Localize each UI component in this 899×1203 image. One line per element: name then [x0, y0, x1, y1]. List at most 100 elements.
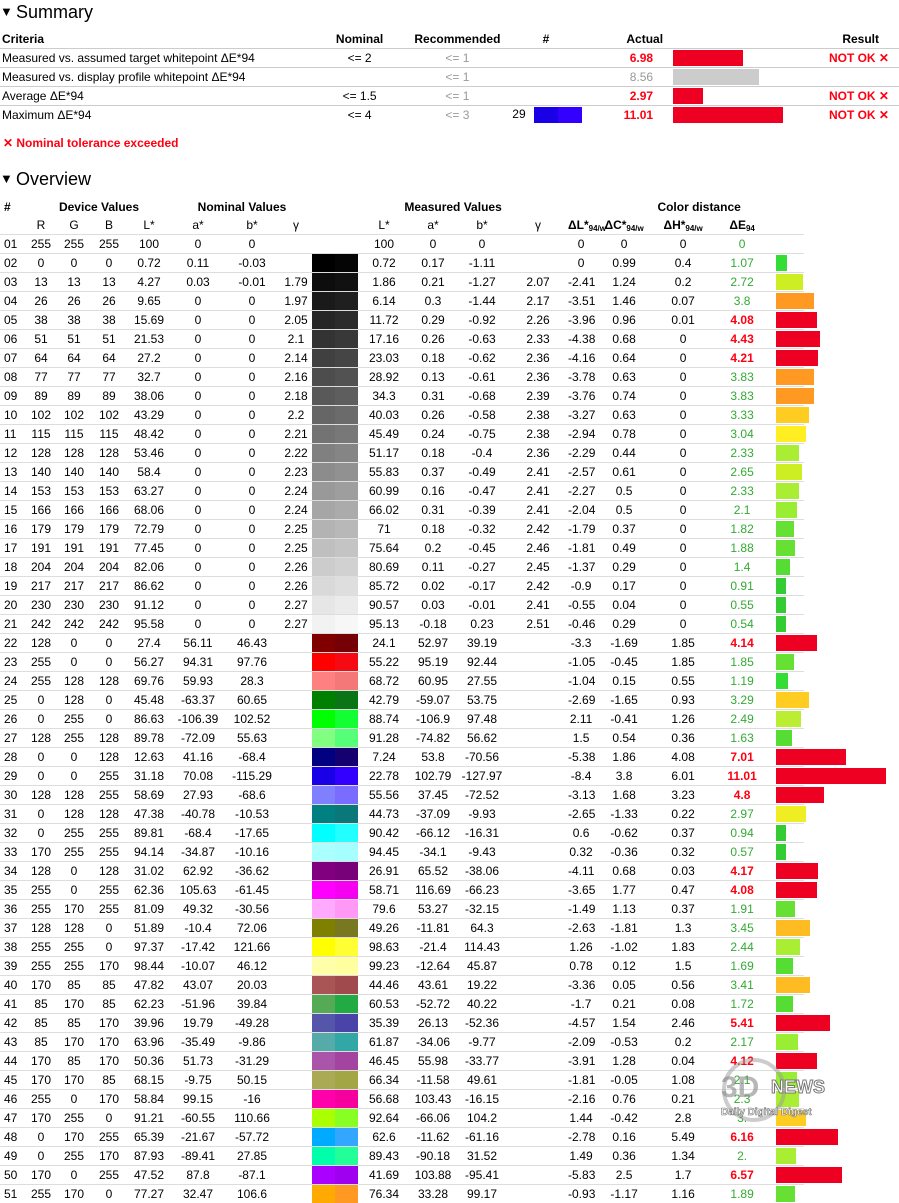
patch-swatch	[312, 235, 358, 254]
delta-h: 0	[654, 596, 712, 615]
nominal-l: 0.72	[126, 254, 172, 273]
watermark-brand-b: NEWS	[771, 1077, 825, 1097]
delta-h: 0	[654, 501, 712, 520]
device-b: 255	[92, 767, 126, 786]
nominal-b: 28.3	[224, 672, 280, 691]
device-r: 102	[26, 406, 56, 425]
nominal-b: 0	[224, 311, 280, 330]
delta-h: 0.21	[654, 1090, 712, 1109]
delta-l: -4.11	[568, 862, 594, 881]
device-r: 166	[26, 501, 56, 520]
nominal-b: 0	[224, 539, 280, 558]
nominal-l: 53.46	[126, 444, 172, 463]
delta-e-bar-cell	[772, 425, 804, 444]
nominal-swatch	[312, 881, 335, 899]
overview-heading[interactable]: ▼Overview	[0, 168, 91, 190]
measured-swatch	[335, 387, 358, 405]
measured-swatch	[335, 615, 358, 633]
delta-l-header: ΔL*94/w	[568, 216, 594, 235]
measured-swatch	[335, 273, 358, 291]
delta-e-bar-cell	[772, 406, 804, 425]
patch-swatch	[312, 976, 358, 995]
summary-row: Measured vs. assumed target whitepoint Δ…	[0, 49, 899, 68]
patch-row: 280012812.6341.16-68.47.2453.8-70.56-5.3…	[0, 748, 899, 767]
delta-l: -4.16	[568, 349, 594, 368]
delta-l: -2.65	[568, 805, 594, 824]
measured-swatch	[335, 767, 358, 785]
delta-e-bar-cell	[772, 843, 804, 862]
delta-h: 0.47	[654, 881, 712, 900]
delta-e-bar-cell	[772, 501, 804, 520]
delta-c: 0.29	[594, 558, 654, 577]
nominal-swatch	[312, 938, 335, 956]
measured-gamma: 2.41	[508, 463, 568, 482]
delta-h: 6.01	[654, 767, 712, 786]
nominal-a: -68.4	[172, 824, 224, 843]
patch-swatch	[312, 425, 358, 444]
device-g: 0	[56, 862, 92, 881]
delta-e-bar-cell	[772, 596, 804, 615]
device-r: 217	[26, 577, 56, 596]
delta-c: 0.68	[594, 330, 654, 349]
measured-b: -127.97	[456, 767, 508, 786]
patch-swatch	[312, 729, 358, 748]
patch-swatch	[312, 995, 358, 1014]
measured-b: -9.43	[456, 843, 508, 862]
delta-l: 1.49	[568, 1147, 594, 1166]
delta-e-bar	[776, 312, 817, 328]
device-g: 85	[56, 1052, 92, 1071]
delta-l: -5.38	[568, 748, 594, 767]
device-r: 179	[26, 520, 56, 539]
measured-l: 71	[358, 520, 410, 539]
patch-row: 1010210210243.29002.240.030.26-0.582.38-…	[0, 406, 899, 425]
nominal-swatch	[312, 1033, 335, 1051]
patch-swatch	[312, 311, 358, 330]
summary-heading[interactable]: ▼Summary	[0, 1, 93, 23]
measured-b: -16.15	[456, 1090, 508, 1109]
measured-a: 65.52	[410, 862, 456, 881]
nominal-a: 0	[172, 387, 224, 406]
patch-row: 40170858547.8243.0720.0344.4643.6119.22-…	[0, 976, 899, 995]
patch-swatch	[312, 672, 358, 691]
measured-l: 23.03	[358, 349, 410, 368]
nominal-gamma	[280, 1109, 312, 1128]
delta-e-bar-cell	[772, 273, 804, 292]
nominal-gamma	[280, 710, 312, 729]
measured-gamma: 2.51	[508, 615, 568, 634]
measured-b: -0.62	[456, 349, 508, 368]
measured-gamma: 2.26	[508, 311, 568, 330]
measured-l: 28.92	[358, 368, 410, 387]
device-b: 0	[92, 691, 126, 710]
delta-h: 0	[654, 520, 712, 539]
delta-e-bar-cell	[772, 729, 804, 748]
measured-b: -70.56	[456, 748, 508, 767]
nominal-b: 0	[224, 368, 280, 387]
nominal-a: 0	[172, 615, 224, 634]
nominal-l: 69.76	[126, 672, 172, 691]
delta-e-bar-cell	[772, 444, 804, 463]
patch-number: 35	[0, 881, 26, 900]
nominal-l: 97.37	[126, 938, 172, 957]
delta-h: 0	[654, 330, 712, 349]
delta-e-bar-cell	[772, 710, 804, 729]
delta-h: 1.3	[654, 919, 712, 938]
nominal-l: 94.14	[126, 843, 172, 862]
nominal-a: 0	[172, 577, 224, 596]
criteria-header: Criteria	[0, 30, 315, 49]
delta-e: 4.21	[712, 349, 772, 368]
measured-gamma	[508, 805, 568, 824]
nominal-a: 0	[172, 482, 224, 501]
patch-swatch	[312, 520, 358, 539]
count-value: 29	[512, 107, 525, 121]
patch-row: 1516616616668.06002.2466.020.31-0.392.41…	[0, 501, 899, 520]
delta-c: 0.21	[594, 995, 654, 1014]
delta-l: -1.81	[568, 1071, 594, 1090]
delta-h: 0.32	[654, 843, 712, 862]
measured-a: 0.31	[410, 501, 456, 520]
patch-row: 0651515121.53002.117.160.26-0.632.33-4.3…	[0, 330, 899, 349]
delta-e-bar-cell	[772, 463, 804, 482]
measured-b: 92.44	[456, 653, 508, 672]
nominal-b: 0	[224, 444, 280, 463]
device-g: 0	[56, 748, 92, 767]
device-b: 170	[92, 1090, 126, 1109]
